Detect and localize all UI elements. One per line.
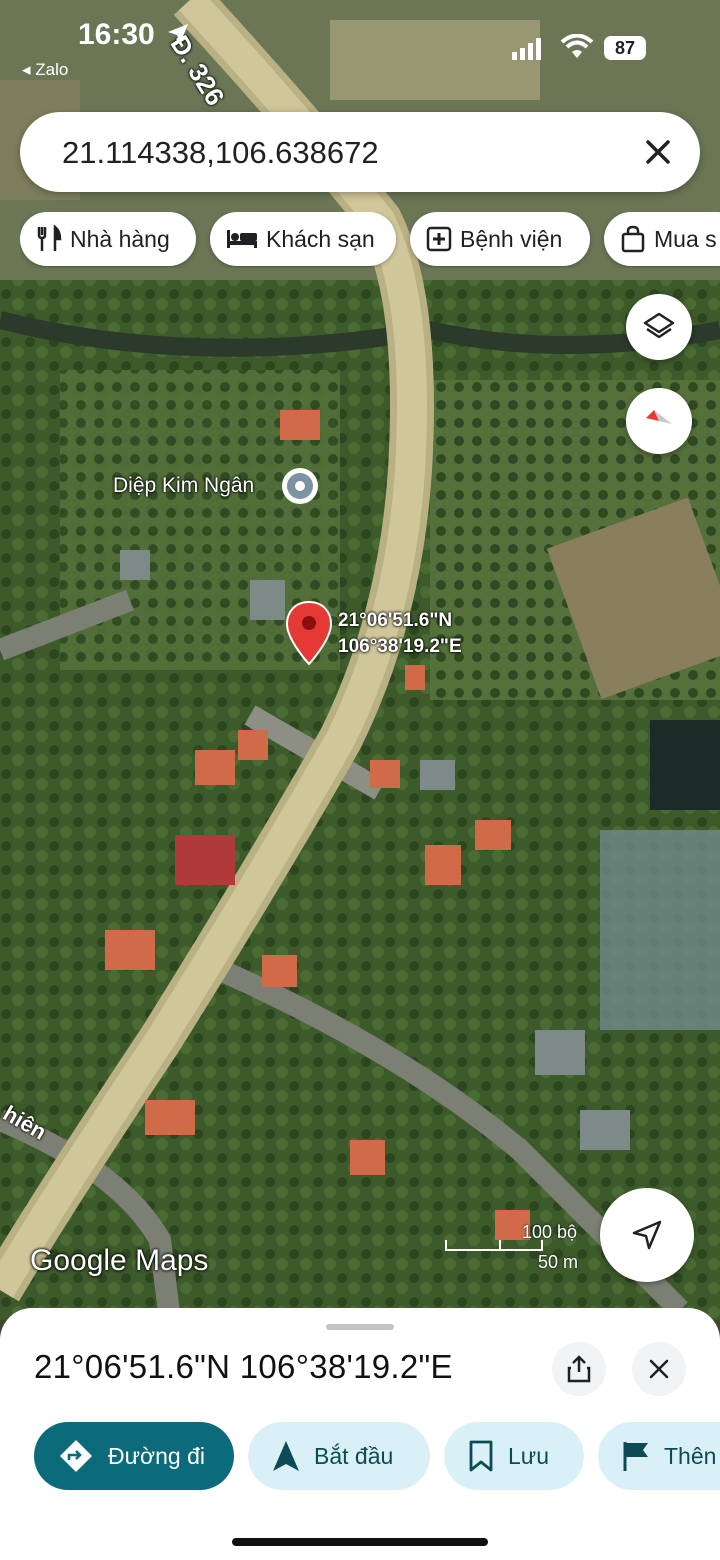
action-label: Thên bbox=[664, 1442, 717, 1469]
flag-icon bbox=[623, 1442, 648, 1471]
action-buttons-row: Đường đi Bắt đầu Lưu Thên bbox=[0, 1422, 720, 1492]
save-button[interactable]: Lưu bbox=[444, 1422, 584, 1490]
place-bottom-sheet[interactable]: 21°06'51.6"N 106°38'19.2"E Đường đi Bắt … bbox=[0, 1308, 720, 1560]
directions-icon bbox=[60, 1440, 92, 1472]
chip-label: Mua s bbox=[654, 225, 717, 252]
restaurant-icon bbox=[37, 225, 62, 251]
compass-icon bbox=[646, 410, 672, 424]
more-button[interactable]: Thên bbox=[598, 1422, 720, 1490]
close-sheet-button[interactable] bbox=[632, 1342, 686, 1396]
action-label: Đường đi bbox=[108, 1442, 205, 1469]
chip-label: Bệnh viện bbox=[460, 225, 563, 252]
battery-indicator: 87 bbox=[604, 36, 646, 60]
hotel-icon bbox=[227, 230, 257, 248]
home-indicator[interactable] bbox=[232, 1538, 488, 1546]
layers-button[interactable] bbox=[626, 294, 692, 360]
action-label: Bắt đầu bbox=[314, 1442, 394, 1469]
shopping-icon bbox=[621, 225, 645, 253]
search-bar[interactable] bbox=[20, 112, 700, 192]
search-input[interactable] bbox=[60, 130, 624, 176]
chip-shopping[interactable]: Mua s bbox=[604, 212, 720, 266]
scale-feet: 100 bộ bbox=[522, 1222, 578, 1242]
place-title-coordinates: 21°06'51.6"N 106°38'19.2"E bbox=[34, 1348, 453, 1385]
cellular-signal-icon bbox=[512, 38, 541, 60]
chip-label: Khách sạn bbox=[266, 225, 375, 252]
pin-longitude: 106°38'19.2"E bbox=[338, 636, 462, 657]
chip-label: Nhà hàng bbox=[70, 225, 170, 252]
share-button[interactable] bbox=[552, 1342, 606, 1396]
chip-hospitals[interactable]: Bệnh viện bbox=[410, 212, 590, 266]
location-pin-icon[interactable] bbox=[285, 600, 333, 671]
action-label: Lưu bbox=[508, 1442, 549, 1469]
navigation-icon bbox=[273, 1441, 299, 1471]
place-label[interactable]: Diệp Kim Ngân bbox=[113, 474, 254, 498]
sheet-drag-handle[interactable] bbox=[326, 1324, 394, 1330]
google-maps-logo: Google Maps bbox=[30, 1244, 209, 1277]
start-button[interactable]: Bắt đầu bbox=[248, 1422, 430, 1490]
pin-latitude: 21°06'51.6"N bbox=[338, 610, 453, 631]
close-icon bbox=[649, 1359, 669, 1379]
status-time: 16:30 bbox=[78, 18, 155, 51]
directions-button[interactable]: Đường đi bbox=[34, 1422, 234, 1490]
status-bar: 16:30 ◂ Zalo 87 bbox=[0, 0, 720, 90]
my-location-button[interactable] bbox=[600, 1188, 694, 1282]
satellite-map[interactable] bbox=[0, 0, 720, 1320]
navigation-arrow-icon bbox=[632, 1220, 662, 1250]
category-chips: Nhà hàng Khách sạn Bệnh viện Mua s bbox=[20, 212, 720, 268]
location-arrow-icon bbox=[168, 24, 188, 44]
pin-coordinates-label: 21°06'51.6"N 106°38'19.2"E bbox=[338, 608, 462, 660]
share-icon bbox=[567, 1355, 591, 1383]
close-icon[interactable] bbox=[636, 130, 680, 174]
compass-button[interactable] bbox=[626, 388, 692, 454]
back-to-app-link[interactable]: ◂ Zalo bbox=[22, 60, 68, 80]
chip-restaurants[interactable]: Nhà hàng bbox=[20, 212, 196, 266]
bookmark-icon bbox=[469, 1440, 493, 1472]
chip-hotels[interactable]: Khách sạn bbox=[210, 212, 396, 266]
layers-icon bbox=[643, 312, 675, 339]
wifi-icon bbox=[560, 34, 594, 58]
scale-meters: 50 m bbox=[538, 1252, 579, 1272]
scale-bar: 100 bộ 50 m bbox=[444, 1222, 594, 1282]
place-marker-icon[interactable] bbox=[280, 466, 320, 511]
hospital-icon bbox=[426, 226, 452, 252]
